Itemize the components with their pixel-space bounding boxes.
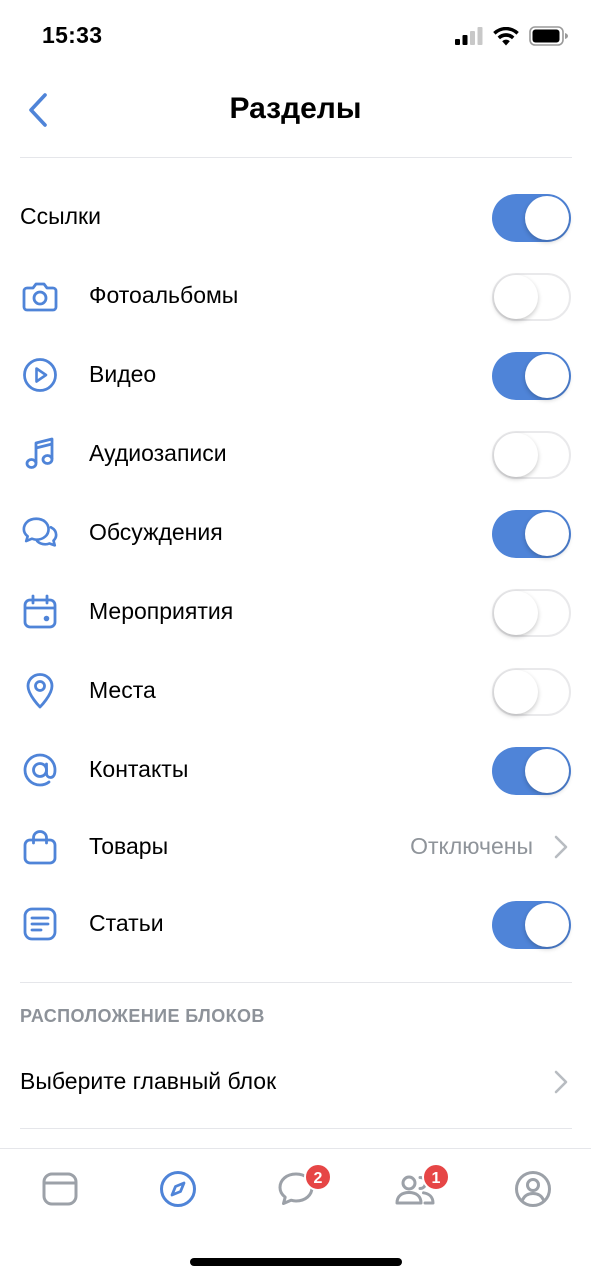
wifi-icon: [493, 26, 519, 45]
shopping-bag-icon: [21, 828, 59, 866]
audio-toggle[interactable]: [492, 431, 571, 479]
toggle-knob: [525, 749, 569, 793]
section-row-places: Места: [0, 652, 591, 730]
toggle-knob: [525, 196, 569, 240]
at-sign-icon: [21, 751, 59, 789]
video-toggle[interactable]: [492, 352, 571, 400]
profile-tab[interactable]: [511, 1167, 555, 1211]
contacts-toggle[interactable]: [492, 747, 571, 795]
toggle-knob: [525, 903, 569, 947]
news-tab[interactable]: [38, 1167, 82, 1211]
toggle-knob: [494, 591, 538, 635]
section-label: Статьи: [89, 910, 164, 936]
toggle-knob: [525, 512, 569, 556]
location-pin-icon: [21, 672, 59, 710]
section-row-photos: Фотоальбомы: [0, 257, 591, 335]
section-row-articles: Статьи: [0, 885, 591, 963]
chevron-right-icon: [554, 1070, 568, 1094]
status-time: 15:33: [42, 22, 103, 48]
section-row-discussions: Обсуждения: [0, 494, 591, 572]
section-label: Видео: [89, 361, 157, 387]
friends-badge: 1: [422, 1163, 450, 1191]
section-label: Ссылки: [20, 203, 101, 229]
section-row-links: Ссылки: [0, 178, 591, 256]
battery-icon: [529, 26, 568, 46]
section-divider: [20, 982, 572, 983]
profile-icon: [515, 1171, 551, 1207]
articles-toggle[interactable]: [492, 901, 571, 949]
compass-icon: [160, 1171, 196, 1207]
music-note-icon: [21, 435, 59, 473]
bottom-divider: [20, 1128, 572, 1129]
messages-badge: 2: [304, 1163, 332, 1191]
photos-toggle[interactable]: [492, 273, 571, 321]
toggle-knob: [525, 354, 569, 398]
section-row-events: Мероприятия: [0, 573, 591, 651]
choose-main-block-row[interactable]: Выберите главный блок: [0, 1043, 591, 1121]
article-icon: [21, 905, 59, 943]
discussion-icon: [21, 514, 59, 552]
home-indicator: [190, 1258, 402, 1266]
status-bar: 15:33: [0, 0, 591, 70]
section-row-audio: Аудиозаписи: [0, 415, 591, 493]
navigation-bar: Разделы: [0, 70, 591, 150]
goods-status-value: Отключены: [410, 833, 533, 859]
section-row-contacts: Контакты: [0, 731, 591, 809]
play-circle-icon: [21, 356, 59, 394]
section-label: Обсуждения: [89, 519, 223, 545]
events-toggle[interactable]: [492, 589, 571, 637]
header-divider: [20, 157, 572, 158]
camera-icon: [21, 277, 59, 315]
section-header-block-layout: РАСПОЛОЖЕНИЕ БЛОКОВ: [20, 1006, 265, 1026]
status-icons: [455, 26, 569, 46]
toggle-knob: [494, 670, 538, 714]
feed-icon: [42, 1172, 78, 1206]
section-label: Аудиозаписи: [89, 440, 227, 466]
section-label: Мероприятия: [89, 598, 234, 624]
section-label: Товары: [89, 833, 169, 859]
toggle-knob: [494, 275, 538, 319]
choose-main-block-label: Выберите главный блок: [20, 1068, 277, 1094]
section-row-video: Видео: [0, 336, 591, 414]
chevron-right-icon: [554, 835, 568, 859]
places-toggle[interactable]: [492, 668, 571, 716]
links-toggle[interactable]: [492, 194, 571, 242]
calendar-icon: [21, 593, 59, 631]
section-label: Места: [89, 677, 156, 703]
toggle-knob: [494, 433, 538, 477]
discussions-toggle[interactable]: [492, 510, 571, 558]
section-label: Фотоальбомы: [89, 282, 239, 308]
section-label: Контакты: [89, 756, 189, 782]
cellular-signal-icon: [455, 27, 483, 45]
section-row-goods[interactable]: Товары Отключены: [0, 808, 591, 886]
page-title: Разделы: [229, 92, 362, 125]
discover-tab[interactable]: [156, 1167, 200, 1211]
